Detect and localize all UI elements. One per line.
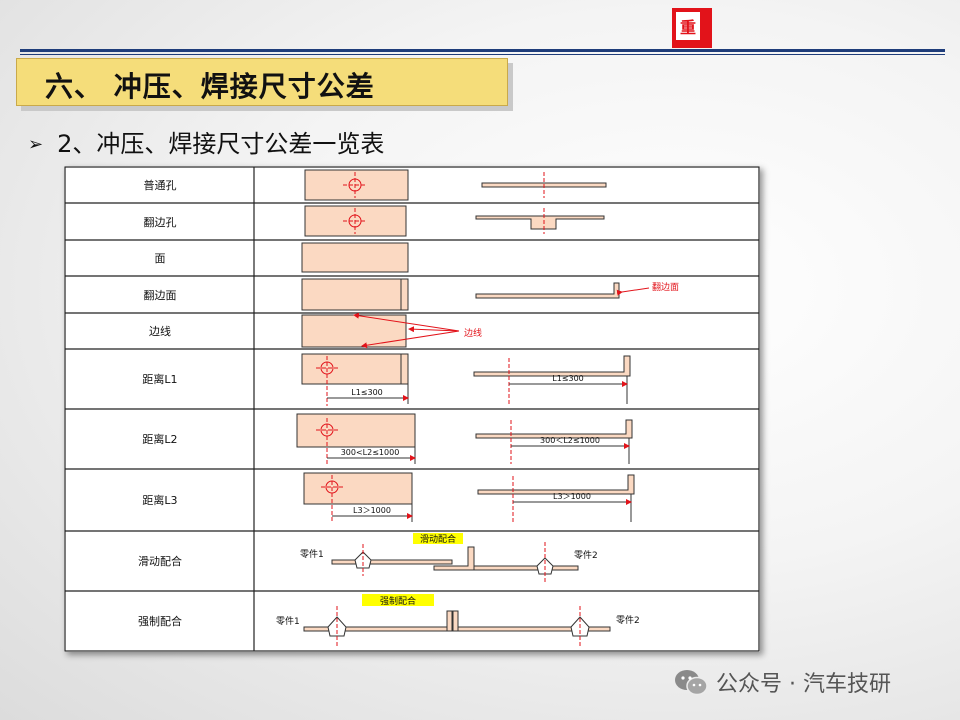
diagram-distance-l3: L3＞1000 L3＞1000 [303,472,635,522]
row-label-flanged-surface: 翻边面 [144,288,177,302]
l1-dimension-right: L1≤300 [552,374,584,383]
diagram-flanged-hole [304,205,605,237]
footer-text: 公众号 · 汽车技研 [716,672,891,697]
bullet-arrow-icon: ➢ [28,134,44,155]
row-label-flanged-hole: 翻边孔 [144,215,177,229]
row-label-slide-fit: 滑动配合 [138,554,182,568]
table-grid [64,166,760,652]
row-label-surface: 面 [155,252,166,265]
slide-fit-label: 滑动配合 [420,533,456,545]
row-label-distance-l2: 距离L2 [142,432,177,446]
company-logo: 重 [672,8,712,48]
diagram-slide-fit: 滑动配合 零件1 零件2 [300,533,598,584]
edge-line-label: 边线 [464,327,482,339]
row-label-distance-l1: 距离L1 [142,372,177,386]
diagram-edge-line: 边线 [301,312,482,349]
diagram-surface [301,242,409,273]
section-title-box: 六、 冲压、焊接尺寸公差 [16,58,508,106]
section-title: 六、 冲压、焊接尺寸公差 [45,70,375,103]
row-label-plain-hole: 普通孔 [144,178,177,192]
footer-watermark: 公众号 · 汽车技研 [716,666,891,698]
subtitle-text: 2、冲压、焊接尺寸公差一览表 [57,130,385,158]
l2-dimension-left: 300<L2≤1000 [341,448,400,457]
row-label-edge-line: 边线 [149,324,171,338]
diagram-distance-l1: L1≤300 L1≤300 [301,353,631,406]
l1-dimension-left: L1≤300 [351,388,383,397]
force-part2-label: 零件2 [616,614,640,626]
flange-face-label: 翻边面 [652,282,679,293]
slide-part2-label: 零件2 [574,549,598,561]
force-fit-label: 强制配合 [380,595,416,607]
l2-dimension-right: 300＜L2≤1000 [540,436,600,445]
header-rule-thick [20,49,945,52]
logo-glyph: 重 [680,18,696,37]
diagram-flanged-surface: 翻边面 [301,278,679,311]
diagram-plain-hole [304,169,607,201]
subtitle: ➢ 2、冲压、焊接尺寸公差一览表 [28,124,384,159]
diagram-force-fit: 强制配合 零件1 零件2 [276,594,640,646]
wechat-icon [675,670,708,696]
row-label-distance-l3: 距离L3 [142,493,177,507]
row-label-force-fit: 强制配合 [138,614,182,628]
slide-part1-label: 零件1 [300,548,324,560]
tolerance-table: 普通孔 翻边孔 面 翻边面 边线 距离L1 距离L2 距离L3 滑动配合 强制配… [64,166,760,652]
l3-dimension-left: L3＞1000 [353,506,391,515]
l3-dimension-right: L3＞1000 [553,492,591,501]
header-rule-thin [20,54,945,55]
force-part1-label: 零件1 [276,615,300,627]
diagram-distance-l2: 300<L2≤1000 300＜L2≤1000 [296,413,633,466]
